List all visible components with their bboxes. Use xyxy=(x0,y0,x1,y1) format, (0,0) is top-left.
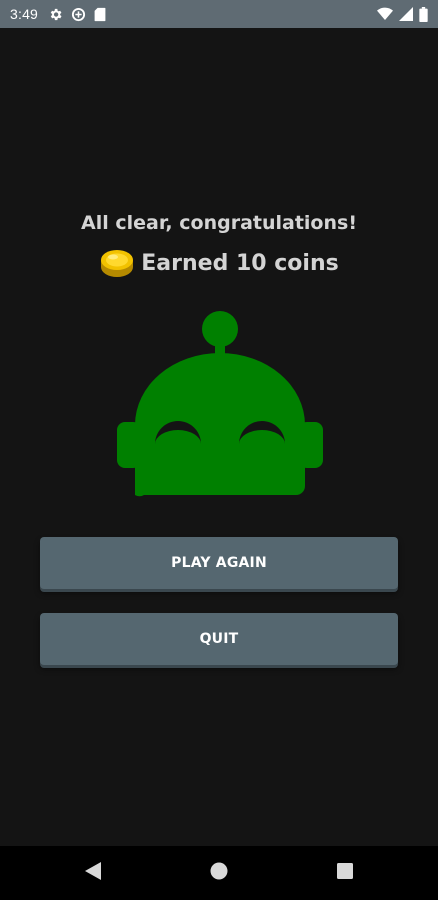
status-left-icons xyxy=(48,7,106,22)
battery-icon xyxy=(419,6,428,22)
recents-button[interactable] xyxy=(282,846,408,900)
home-icon xyxy=(210,862,228,884)
signal-icon xyxy=(399,7,413,21)
coin-icon xyxy=(99,246,135,280)
status-time: 3:49 xyxy=(10,6,39,22)
home-button[interactable] xyxy=(156,846,282,900)
result-headline: All clear, congratulations! xyxy=(81,212,357,234)
status-bar: 3:49 xyxy=(0,0,438,28)
gear-icon xyxy=(48,7,63,22)
back-button[interactable] xyxy=(30,846,156,900)
reward-row: Earned 10 coins xyxy=(0,246,438,280)
play-again-button[interactable]: PLAY AGAIN xyxy=(40,537,398,589)
navigation-bar xyxy=(0,846,438,900)
wifi-icon xyxy=(377,7,393,21)
data-saver-icon xyxy=(71,7,86,22)
recents-icon xyxy=(337,863,353,883)
sd-card-icon xyxy=(94,7,106,22)
back-icon xyxy=(85,862,101,884)
quit-button[interactable]: QUIT xyxy=(40,613,398,665)
result-screen: All clear, congratulations! Earned 10 co… xyxy=(0,28,438,846)
reward-text: Earned 10 coins xyxy=(141,250,339,276)
robot-icon xyxy=(115,310,325,500)
status-right-icons xyxy=(377,6,428,22)
